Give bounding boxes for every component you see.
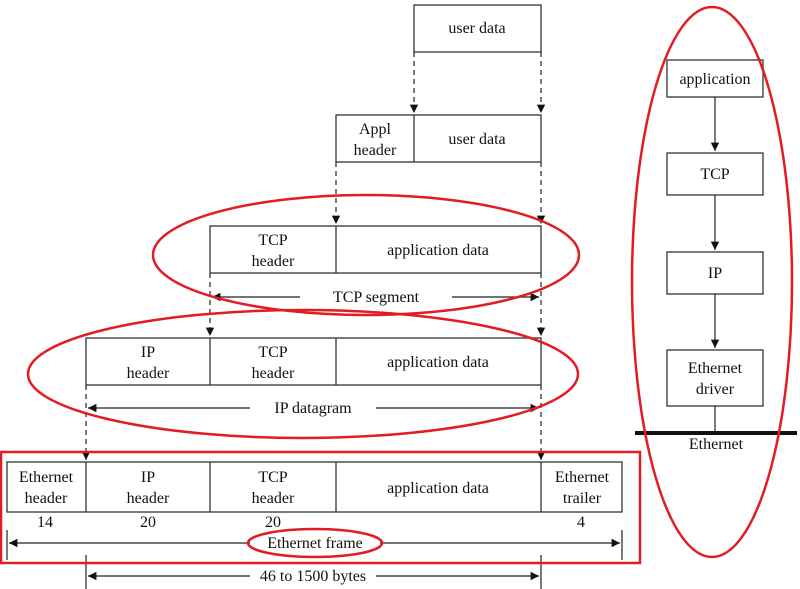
stack-layer-label: IP xyxy=(708,265,722,282)
tcp-header-label: header xyxy=(252,365,295,382)
user-data-label: user data xyxy=(448,20,505,37)
appl-header-label: header xyxy=(354,142,397,159)
user-data-row: user data xyxy=(413,4,542,53)
tcp-header-label: header xyxy=(252,253,295,270)
ethernet-trailer-label: trailer xyxy=(563,490,602,507)
encapsulation-diagram: user data Appl header user data TCP head… xyxy=(0,4,797,589)
ethernet-medium-label: Ethernet xyxy=(689,436,744,453)
ethernet-trailer-label: Ethernet xyxy=(555,469,610,486)
tcp-header-label: TCP xyxy=(258,344,287,361)
ip-header-label: header xyxy=(127,490,170,507)
appl-header-label: Appl xyxy=(359,121,392,138)
ethernet-header-label: Ethernet xyxy=(19,469,74,486)
app-data-label: application data xyxy=(387,354,489,371)
ip-header-label: header xyxy=(127,365,170,382)
size-label: 20 xyxy=(265,514,281,531)
stack-layer-label: driver xyxy=(696,381,735,398)
size-label: 14 xyxy=(37,514,53,531)
ethernet-header-label: header xyxy=(25,490,68,507)
ip-datagram-row: IP header TCP header application data IP… xyxy=(85,337,542,417)
stack-layer-label: TCP xyxy=(700,166,729,183)
protocol-stack: application TCP IP Ethernet driver Ether… xyxy=(635,59,797,453)
tcp-segment-label: TCP segment xyxy=(333,289,420,306)
user-data-label: user data xyxy=(448,131,505,148)
stack-layer-label: Ethernet xyxy=(688,360,743,377)
tcp-header-label: header xyxy=(252,490,295,507)
ip-header-label: IP xyxy=(141,344,155,361)
ethernet-frame-label: Ethernet frame xyxy=(267,535,363,552)
ip-header-label: IP xyxy=(141,469,155,486)
ethernet-frame-row: Ethernet header IP header TCP header app… xyxy=(6,461,623,589)
size-label: 4 xyxy=(577,514,585,531)
tcp-header-label: TCP xyxy=(258,469,287,486)
size-label: 20 xyxy=(140,514,156,531)
stack-layer-label: application xyxy=(679,71,750,88)
ip-datagram-label: IP datagram xyxy=(274,400,352,417)
app-data-label: application data xyxy=(387,242,489,259)
tcp-segment-row: TCP header application data TCP segment xyxy=(209,225,542,306)
payload-size-label: 46 to 1500 bytes xyxy=(260,568,366,585)
appl-row: Appl header user data xyxy=(335,114,542,163)
app-data-label: application data xyxy=(387,480,489,497)
tcp-header-label: TCP xyxy=(258,232,287,249)
ethernet-frame-box xyxy=(6,461,623,513)
